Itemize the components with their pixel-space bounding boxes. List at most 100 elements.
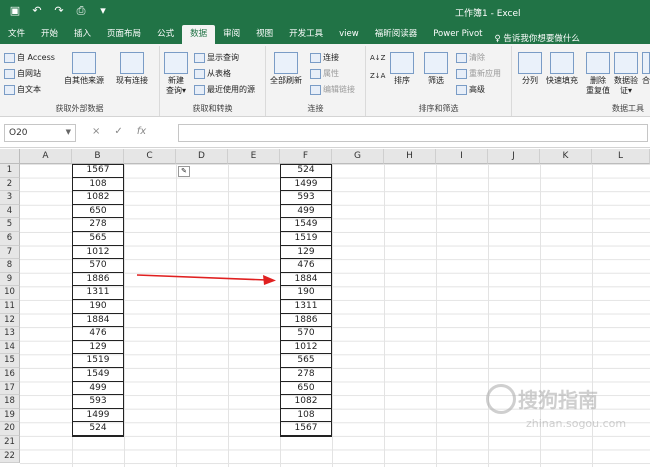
cell-b8[interactable]: 570 (72, 259, 124, 273)
cell-b4[interactable]: 650 (72, 205, 124, 219)
cell-f11[interactable]: 1311 (280, 300, 332, 314)
column-header-b[interactable]: B (72, 149, 124, 164)
row-header-17[interactable]: 17 (0, 381, 20, 396)
cell-f16[interactable]: 278 (280, 368, 332, 382)
row-header-12[interactable]: 12 (0, 313, 20, 328)
cell-b18[interactable]: 593 (72, 395, 124, 409)
tell-me-search[interactable]: ♀ 告诉我你想要做什么 (495, 32, 580, 44)
tab-home[interactable]: 开始 (33, 25, 66, 44)
cell-f4[interactable]: 499 (280, 205, 332, 219)
cell-f12[interactable]: 1886 (280, 314, 332, 328)
save-icon[interactable]: ▣ (8, 4, 22, 18)
reapply-button[interactable]: 重新应用 (456, 68, 501, 79)
column-header-e[interactable]: E (228, 149, 280, 164)
row-header-9[interactable]: 9 (0, 272, 20, 287)
remove-duplicates-button[interactable]: 删除 重复值 (586, 52, 610, 96)
cell-b10[interactable]: 1311 (72, 286, 124, 300)
cell-b16[interactable]: 1549 (72, 368, 124, 382)
tab-power-pivot[interactable]: Power Pivot (425, 25, 490, 44)
row-header-7[interactable]: 7 (0, 245, 20, 260)
cell-b20[interactable]: 524 (72, 422, 124, 436)
cell-f18[interactable]: 1082 (280, 395, 332, 409)
customize-qat-icon[interactable]: ▾ (96, 4, 110, 18)
tab-view[interactable]: 视图 (248, 25, 281, 44)
consolidate-button[interactable]: 合 (642, 52, 650, 86)
cell-b7[interactable]: 1012 (72, 246, 124, 260)
tab-developer[interactable]: 开发工具 (281, 25, 331, 44)
from-access-button[interactable]: 自 Access (4, 52, 55, 63)
cell-f5[interactable]: 1549 (280, 218, 332, 232)
cell-b15[interactable]: 1519 (72, 354, 124, 368)
cell-b19[interactable]: 1499 (72, 409, 124, 423)
sort-button[interactable]: 排序 (390, 52, 414, 86)
enter-icon[interactable]: ✓ (114, 126, 122, 137)
column-header-j[interactable]: J (488, 149, 540, 164)
refresh-all-button[interactable]: 全部刷新 (270, 52, 302, 86)
print-preview-icon[interactable]: ⎙ (74, 4, 88, 18)
sort-az-icon[interactable]: A↓Z (370, 54, 385, 62)
sort-za-icon[interactable]: Z↓A (370, 72, 385, 80)
row-header-1[interactable]: 1 (0, 164, 20, 178)
from-text-button[interactable]: 自文本 (4, 84, 41, 95)
cell-b12[interactable]: 1884 (72, 314, 124, 328)
tab-data[interactable]: 数据 (182, 25, 216, 44)
properties-button[interactable]: 属性 (310, 68, 339, 79)
cell-b2[interactable]: 108 (72, 178, 124, 192)
cell-f13[interactable]: 570 (280, 327, 332, 341)
row-header-11[interactable]: 11 (0, 300, 20, 314)
column-header-g[interactable]: G (332, 149, 384, 164)
column-header-d[interactable]: D (176, 149, 228, 164)
insert-function-icon[interactable]: fx (137, 126, 146, 137)
cell-f3[interactable]: 593 (280, 191, 332, 205)
existing-connections-button[interactable]: 现有连接 (116, 52, 148, 86)
show-queries-button[interactable]: 显示查询 (194, 52, 239, 63)
row-header-21[interactable]: 21 (0, 436, 20, 450)
row-header-10[interactable]: 10 (0, 286, 20, 300)
formula-input[interactable] (178, 124, 648, 142)
cell-f10[interactable]: 190 (280, 286, 332, 300)
cell-f17[interactable]: 650 (280, 382, 332, 396)
column-header-f[interactable]: F (280, 149, 332, 164)
row-header-4[interactable]: 4 (0, 204, 20, 219)
cell-b6[interactable]: 565 (72, 232, 124, 246)
flash-fill-button[interactable]: 快速填充 (546, 52, 578, 86)
cell-f2[interactable]: 1499 (280, 178, 332, 192)
row-header-8[interactable]: 8 (0, 259, 20, 273)
cell-b17[interactable]: 499 (72, 382, 124, 396)
from-web-button[interactable]: 自网站 (4, 68, 41, 79)
name-box[interactable]: O20 ▼ (4, 124, 76, 142)
cell-f7[interactable]: 129 (280, 246, 332, 260)
connections-button[interactable]: 连接 (310, 52, 339, 63)
tab-review[interactable]: 审阅 (215, 25, 248, 44)
row-header-15[interactable]: 15 (0, 354, 20, 368)
undo-icon[interactable]: ↶ (30, 4, 44, 18)
cell-f1[interactable]: 524 (280, 164, 332, 178)
row-header-13[interactable]: 13 (0, 327, 20, 341)
new-query-button[interactable]: 新建 查询▾ (164, 52, 188, 96)
row-header-16[interactable]: 16 (0, 368, 20, 382)
cell-f20[interactable]: 1567 (280, 422, 332, 436)
row-header-3[interactable]: 3 (0, 191, 20, 205)
column-header-l[interactable]: L (592, 149, 650, 164)
clear-filter-button[interactable]: 清除 (456, 52, 485, 63)
row-header-20[interactable]: 20 (0, 422, 20, 436)
row-header-2[interactable]: 2 (0, 177, 20, 192)
cell-f15[interactable]: 565 (280, 354, 332, 368)
paste-options-icon[interactable]: ✎ (178, 166, 190, 177)
column-header-a[interactable]: A (20, 149, 72, 164)
cell-f9[interactable]: 1884 (280, 273, 332, 287)
tab-insert[interactable]: 插入 (66, 25, 99, 44)
cell-f14[interactable]: 1012 (280, 341, 332, 355)
filter-button[interactable]: 筛选 (424, 52, 448, 86)
recent-sources-button[interactable]: 最近使用的源 (194, 84, 255, 95)
tab-page-layout[interactable]: 页面布局 (99, 25, 149, 44)
row-header-6[interactable]: 6 (0, 232, 20, 246)
column-header-h[interactable]: H (384, 149, 436, 164)
column-header-c[interactable]: C (124, 149, 176, 164)
row-header-14[interactable]: 14 (0, 340, 20, 355)
from-table-button[interactable]: 从表格 (194, 68, 231, 79)
cell-f6[interactable]: 1519 (280, 232, 332, 246)
cell-b3[interactable]: 1082 (72, 191, 124, 205)
select-all-corner[interactable] (0, 149, 20, 164)
row-header-19[interactable]: 19 (0, 408, 20, 423)
